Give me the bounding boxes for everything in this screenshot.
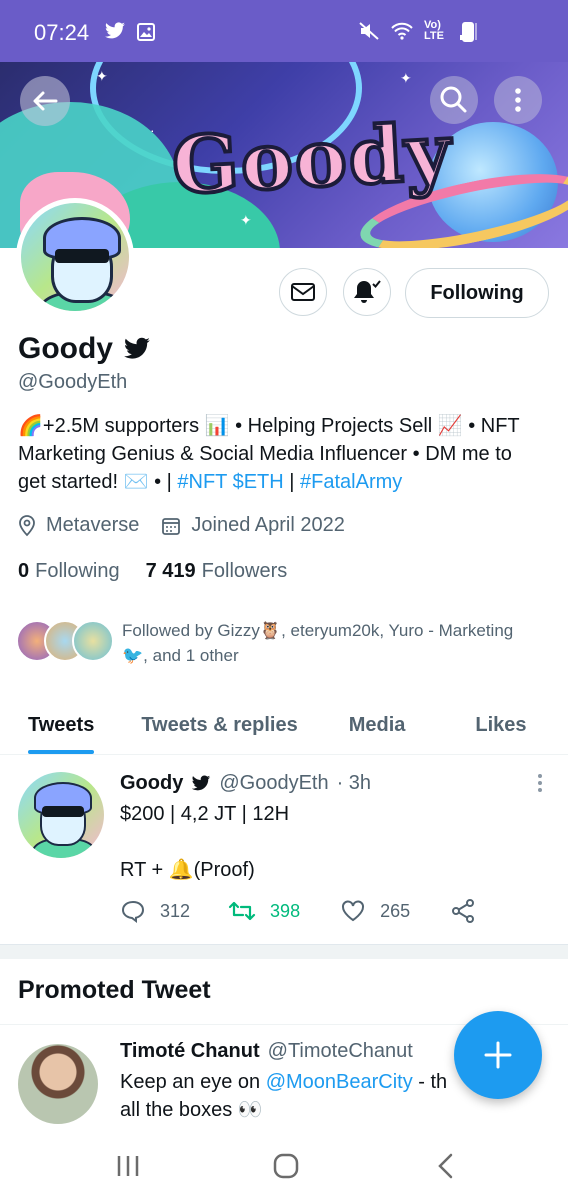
tab-media[interactable]: Media (349, 696, 406, 754)
share-icon (452, 899, 475, 923)
tweet-author-name[interactable]: Goody (120, 772, 183, 795)
promoted-author-handle[interactable]: @TimoteChanut (268, 1040, 413, 1063)
chevron-left-icon (438, 1153, 453, 1179)
profile-tabs: Tweets Tweets & replies Media Likes (0, 696, 568, 755)
tweet-author-handle[interactable]: @GoodyEth (219, 772, 328, 795)
home-icon (273, 1153, 299, 1179)
search-icon (440, 86, 467, 113)
promoted-author-avatar[interactable] (18, 1044, 98, 1124)
profile-stats: 0 Following 7 419 Followers (18, 560, 287, 583)
tweet-timestamp: · 3h (336, 772, 372, 794)
promoted-tweet-header: Timoté Chanut @TimoteChanut (120, 1040, 413, 1063)
profile-meta: Metaverse Joined April 2022 (18, 514, 345, 537)
plus-icon (484, 1041, 512, 1069)
home-button[interactable] (256, 1146, 316, 1186)
more-vertical-icon (515, 88, 521, 112)
bell-check-icon (354, 280, 381, 303)
followed-by-row[interactable]: Followed by Gizzy🦉, eteryum20k, Yuro - M… (16, 620, 556, 668)
more-vertical-icon (538, 774, 542, 792)
tweet-line: $200 | 4,2 JT | 12H (120, 803, 290, 825)
reply-icon (121, 900, 145, 923)
section-divider (0, 944, 568, 959)
banner-goody-lettering: Goody (168, 105, 457, 215)
retweet-action[interactable]: 398 (228, 900, 300, 922)
compose-tweet-button[interactable] (454, 1011, 542, 1099)
tweet-more-button[interactable] (530, 772, 550, 796)
twitter-notification-icon (105, 22, 125, 39)
profile-handle: @GoodyEth (18, 371, 128, 393)
tweet-avatar[interactable] (18, 772, 104, 858)
network-label: Vo) LTE (424, 19, 444, 42)
bio-line: Marketing Genius & Social Media Influenc… (18, 443, 512, 465)
promoted-author-name[interactable]: Timoté Chanut (120, 1040, 260, 1063)
reply-action[interactable]: 312 (120, 899, 190, 923)
retweet-count: 398 (270, 900, 301, 921)
status-bar: 07:24 Vo) LTE (0, 0, 568, 62)
following-stat-link[interactable]: 0 Following (18, 560, 120, 583)
bio-line: get started! ✉️ • | #NFT $ETH | #FatalAr… (18, 471, 403, 493)
tweet-line: RT + 🔔(Proof) (120, 859, 255, 881)
arrow-left-icon (33, 91, 58, 111)
following-button[interactable]: Following (405, 268, 549, 318)
reply-count: 312 (160, 900, 191, 921)
profile-location: Metaverse (46, 514, 140, 536)
cashtag-eth-link[interactable]: $ETH (233, 471, 284, 493)
tab-tweets-and-replies[interactable]: Tweets & replies (141, 696, 297, 754)
retweet-icon (228, 901, 256, 921)
calendar-icon (162, 517, 181, 535)
tab-tweets[interactable]: Tweets (28, 696, 95, 754)
profile-joined: Joined April 2022 (191, 514, 345, 536)
location-pin-icon (19, 514, 35, 536)
tweet-text: $200 | 4,2 JT | 12H RT + 🔔(Proof) (120, 800, 289, 884)
mute-icon (359, 22, 379, 40)
hashtag-nft-link[interactable]: #NFT (177, 471, 227, 493)
twitter-bird-icon (192, 775, 211, 791)
followed-by-text: Followed by Gizzy🦉, eteryum20k, Yuro - M… (122, 621, 514, 640)
followed-by-text: 🐦, and 1 other (122, 646, 239, 665)
status-time: 07:24 (34, 20, 90, 45)
twitter-bird-icon (124, 337, 150, 359)
bio-line: 🌈+2.5M supporters 📊 • Helping Projects S… (18, 415, 520, 437)
search-button[interactable] (430, 76, 478, 124)
envelope-icon (291, 283, 315, 301)
wifi-icon (391, 22, 413, 40)
more-options-button[interactable] (494, 76, 542, 124)
profile-avatar[interactable] (16, 198, 134, 316)
share-action[interactable] (450, 898, 476, 924)
like-count: 265 (380, 900, 411, 921)
promoted-tweet-heading: Promoted Tweet (18, 976, 211, 1004)
tweet-actions: 312 398 265 (120, 898, 540, 924)
hashtag-fatalarmy-link[interactable]: #FatalArmy (300, 471, 402, 493)
followers-stat-link[interactable]: 7 419 Followers (146, 560, 288, 583)
tab-likes[interactable]: Likes (475, 696, 526, 754)
system-back-button[interactable] (416, 1146, 476, 1186)
heart-icon (342, 900, 365, 922)
profile-bio: 🌈+2.5M supporters 📊 • Helping Projects S… (18, 412, 558, 496)
notifications-button[interactable] (343, 268, 391, 316)
tweet-header: Goody @GoodyEth · 3h (120, 772, 371, 795)
recent-apps-icon (117, 1156, 139, 1176)
follower-avatar (72, 620, 114, 662)
image-notification-icon (137, 23, 155, 41)
back-button[interactable] (20, 76, 70, 126)
mention-moonbearcity-link[interactable]: @MoonBearCity (266, 1071, 413, 1093)
recent-apps-button[interactable] (98, 1146, 158, 1186)
like-action[interactable]: 265 (340, 899, 410, 923)
system-navigation-bar (0, 1132, 568, 1200)
battery-icon (462, 22, 474, 42)
profile-name: Goody (18, 332, 113, 365)
profile-name-row: Goody (18, 332, 151, 366)
message-button[interactable] (279, 268, 327, 316)
